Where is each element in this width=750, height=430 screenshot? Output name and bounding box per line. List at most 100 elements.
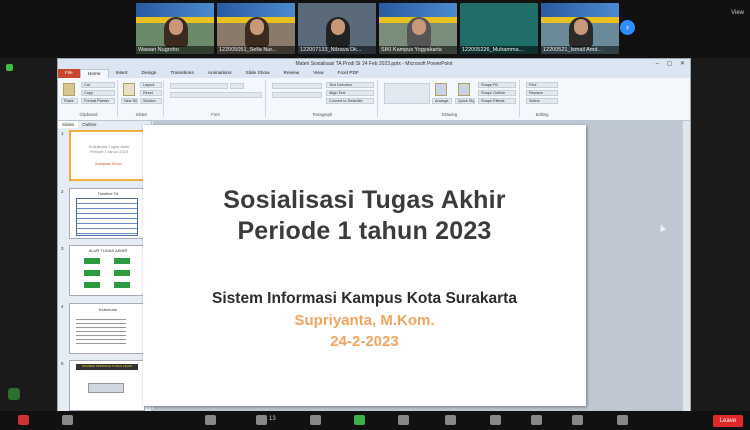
whiteboard-icon[interactable] bbox=[572, 415, 583, 425]
slide-thumbnail[interactable]: Sosialisasi Tugas Akhir Periode 1 tahun … bbox=[69, 130, 145, 181]
ribbon-tabs: File Home Insert Design Transitions Anim… bbox=[58, 69, 690, 78]
format-painter-button[interactable]: Format Painter bbox=[81, 98, 115, 104]
clipboard-group: Paste Cut Copy Format Painter Clipboard bbox=[60, 80, 118, 117]
tab-design[interactable]: Design bbox=[135, 69, 164, 78]
bullets-row[interactable] bbox=[272, 83, 322, 89]
status-indicator-icon bbox=[6, 64, 13, 71]
thumbnail-subtitle: Supriyanta, M.Kom. bbox=[95, 162, 123, 166]
quick-styles-icon[interactable] bbox=[458, 83, 470, 96]
participant-tile[interactable]: 12200521_Ismail Amd... bbox=[541, 3, 619, 54]
current-slide[interactable]: Sosialisasi Tugas Akhir Periode 1 tahun … bbox=[143, 125, 586, 406]
participant-name: SIKI Kampus Yogyakarta bbox=[379, 46, 457, 54]
reactions-icon[interactable] bbox=[490, 415, 501, 425]
replace-button[interactable]: Replace bbox=[526, 90, 558, 96]
quick-styles-button[interactable]: Quick Styles bbox=[455, 98, 475, 104]
font-format-row[interactable] bbox=[170, 92, 262, 98]
shapes-gallery[interactable] bbox=[384, 83, 430, 104]
cut-button[interactable]: Cut bbox=[81, 82, 115, 88]
window-title: Materi Sosialisasi TA Prodi SI 24 Feb 20… bbox=[295, 61, 453, 67]
paste-icon[interactable] bbox=[63, 83, 75, 96]
reset-button[interactable]: Reset bbox=[140, 90, 162, 96]
font-size-select[interactable] bbox=[230, 83, 244, 89]
mute-mic-icon[interactable] bbox=[18, 415, 29, 425]
tab-animations[interactable]: Animations bbox=[201, 69, 239, 78]
annotate-pen-icon[interactable] bbox=[8, 388, 20, 400]
layout-button[interactable]: Layout bbox=[140, 82, 162, 88]
breakout-rooms-icon[interactable] bbox=[445, 415, 456, 425]
tab-outline[interactable]: Outline bbox=[78, 121, 100, 128]
drawing-group: Arrange Quick Styles Shape Fill Shape Ou… bbox=[380, 80, 520, 117]
text-lines-icon bbox=[76, 316, 126, 346]
group-label: Editing bbox=[535, 112, 549, 117]
participant-tile[interactable]: 122005226_Muhamma... bbox=[460, 3, 538, 54]
slide-number: 3 bbox=[61, 246, 64, 251]
share-screen-icon[interactable] bbox=[354, 415, 365, 425]
participant-tile[interactable]: 122007133_Nilzava Dk... bbox=[298, 3, 376, 54]
thumbnail-image-icon bbox=[88, 383, 124, 393]
slide-thumbnail[interactable]: SUMBER PEDOMAN TUGAS AKHIR bbox=[69, 360, 145, 411]
tab-review[interactable]: Review bbox=[277, 69, 307, 78]
next-page-arrow-icon[interactable]: › bbox=[620, 20, 635, 35]
leave-button[interactable]: Leave bbox=[713, 415, 743, 427]
convert-smartart-button[interactable]: Convert to SmartArt bbox=[326, 98, 374, 104]
participants-icon[interactable] bbox=[256, 415, 267, 425]
zoom-toolbar: 13 Leave bbox=[0, 411, 750, 430]
participant-name: Wawan Nugroho bbox=[136, 46, 214, 54]
tab-foxit-pdf[interactable]: Foxit PDF bbox=[331, 69, 366, 78]
participant-name: 122005051_Sella Nur... bbox=[217, 46, 295, 54]
thumbnail-title: Ketentuan bbox=[98, 307, 118, 312]
tab-file[interactable]: File bbox=[58, 69, 80, 78]
align-text-button[interactable]: Align Text bbox=[326, 90, 374, 96]
tab-transitions[interactable]: Transitions bbox=[163, 69, 200, 78]
more-options-icon[interactable] bbox=[617, 415, 628, 425]
chat-icon[interactable] bbox=[310, 415, 321, 425]
find-button[interactable]: Find bbox=[526, 82, 558, 88]
slide-vertical-scrollbar[interactable] bbox=[682, 121, 690, 411]
video-camera-icon[interactable] bbox=[62, 415, 73, 425]
shape-outline-button[interactable]: Shape Outline bbox=[478, 90, 516, 96]
flow-box-icon bbox=[84, 270, 100, 276]
new-slide-icon[interactable] bbox=[123, 83, 135, 96]
security-shield-icon[interactable] bbox=[205, 415, 216, 425]
participant-tile[interactable]: SIKI Kampus Yogyakarta bbox=[379, 3, 457, 54]
group-label: Font bbox=[211, 112, 220, 117]
section-button[interactable]: Section bbox=[140, 98, 162, 104]
shape-fill-button[interactable]: Shape Fill bbox=[478, 82, 516, 88]
slide-number: 5 bbox=[61, 361, 64, 366]
tab-view[interactable]: View bbox=[306, 69, 330, 78]
record-icon[interactable] bbox=[398, 415, 409, 425]
new-slide-button[interactable]: New Slide bbox=[121, 98, 138, 104]
paste-button[interactable]: Paste bbox=[61, 98, 78, 104]
slide-thumbnail-panel: Slides Outline 1 Sosialisasi Tugas Akhir… bbox=[58, 121, 152, 411]
slide-thumbnail[interactable]: Ketentuan bbox=[69, 303, 145, 354]
slide-presenter: Supriyanta, M.Kom. bbox=[294, 312, 435, 329]
copy-button[interactable]: Copy bbox=[81, 90, 115, 96]
slide-subtitle: Sistem Informasi Kampus Kota Surakarta bbox=[212, 290, 517, 307]
select-button[interactable]: Select bbox=[526, 98, 558, 104]
alignment-row[interactable] bbox=[272, 92, 322, 98]
slide-title-line-2: Periode 1 tahun 2023 bbox=[237, 217, 492, 245]
arrange-button[interactable]: Arrange bbox=[432, 98, 452, 104]
font-name-select[interactable] bbox=[170, 83, 228, 89]
group-label: Slides bbox=[135, 112, 148, 117]
flow-box-icon bbox=[84, 258, 100, 264]
participant-thumbnails: Wawan Nugroho 122005051_Sella Nur... 122… bbox=[136, 3, 619, 54]
shape-effects-button[interactable]: Shape Effects bbox=[478, 98, 516, 104]
tab-slide-show[interactable]: Slide Show bbox=[239, 69, 277, 78]
participant-tile[interactable]: Wawan Nugroho bbox=[136, 3, 214, 54]
slide-thumbnail[interactable]: Timeline TA bbox=[69, 188, 145, 239]
timeline-table-icon bbox=[76, 198, 138, 236]
slide-number: 4 bbox=[61, 304, 64, 309]
tab-home[interactable]: Home bbox=[79, 69, 109, 78]
text-direction-button[interactable]: Text Direction bbox=[326, 82, 374, 88]
tab-slides[interactable]: Slides bbox=[58, 121, 79, 128]
flow-box-icon bbox=[84, 282, 100, 288]
tab-insert[interactable]: Insert bbox=[109, 69, 135, 78]
arrange-icon[interactable] bbox=[435, 83, 447, 96]
view-button[interactable]: View bbox=[731, 10, 744, 16]
window-controls[interactable]: – ▢ ✕ bbox=[656, 59, 688, 69]
slide-thumbnail[interactable]: ALUR TUGAS AKHIR bbox=[69, 245, 145, 296]
slide-number: 2 bbox=[61, 189, 64, 194]
participant-tile[interactable]: 122005051_Sella Nur... bbox=[217, 3, 295, 54]
apps-icon[interactable] bbox=[531, 415, 542, 425]
